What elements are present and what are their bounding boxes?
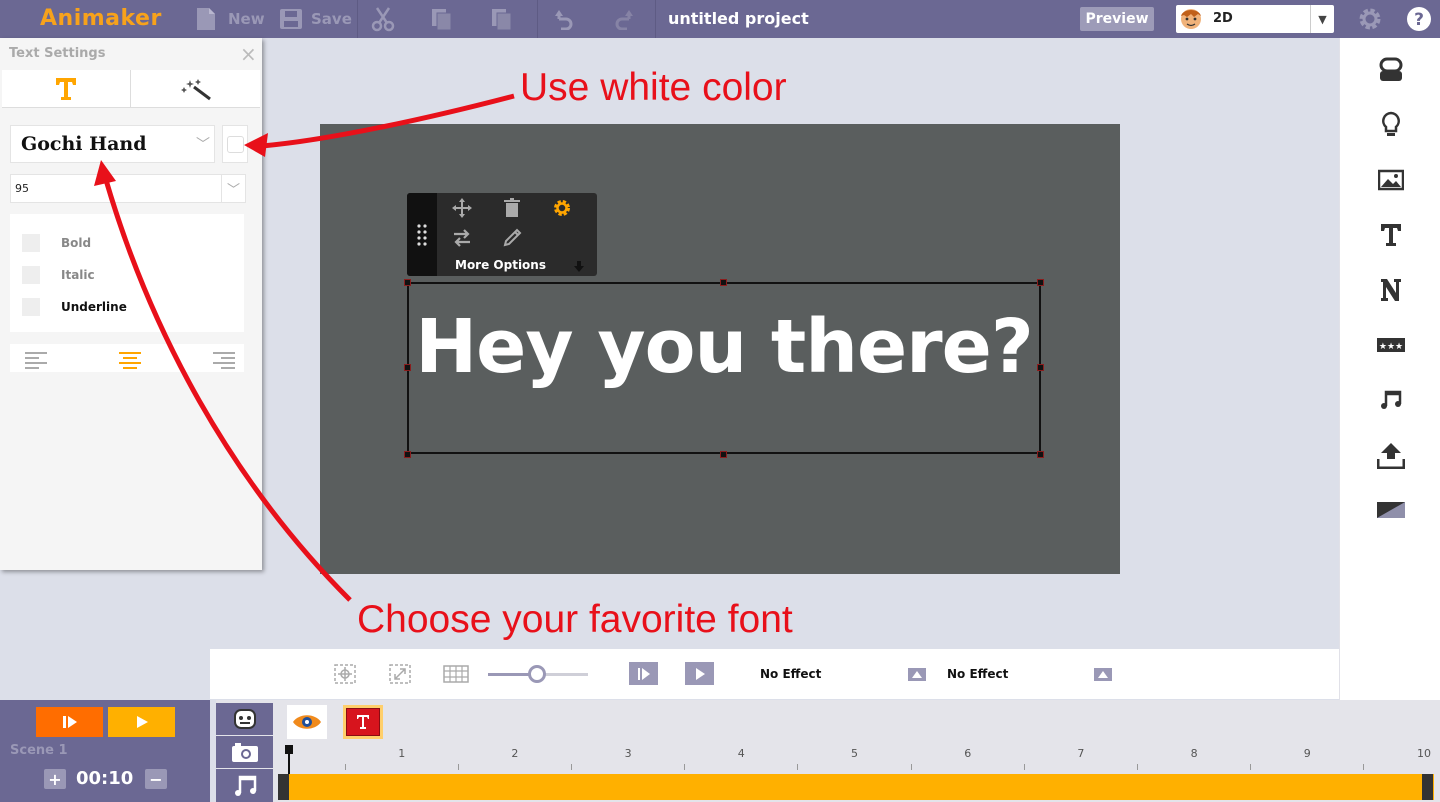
timeline-ruler[interactable]: 1 2 3 4 5 6 7 8 9 10 bbox=[273, 739, 1440, 773]
timeline-music-row[interactable] bbox=[216, 769, 273, 802]
exit-effect-value[interactable]: No Effect bbox=[947, 667, 1008, 681]
timeline-camera-row[interactable] bbox=[216, 736, 273, 768]
timeline-controls: Scene 1 + 00:10 − bbox=[0, 700, 210, 802]
ruler-tick bbox=[910, 764, 912, 770]
caret-up-icon bbox=[912, 671, 922, 678]
zoom-slider-knob[interactable] bbox=[528, 665, 546, 683]
play-icon bbox=[695, 667, 705, 680]
play-from-start-icon bbox=[62, 716, 77, 728]
ruler-tick-label: 6 bbox=[964, 747, 972, 760]
text-t-icon bbox=[357, 715, 369, 729]
ruler-tick bbox=[797, 764, 799, 770]
ruler-tick bbox=[684, 764, 686, 770]
fullscreen-icon[interactable] bbox=[387, 663, 413, 685]
text-item-thumbnail bbox=[346, 708, 380, 736]
play-from-start-button[interactable] bbox=[36, 707, 103, 737]
ruler-tick bbox=[344, 764, 346, 770]
ruler-tick bbox=[1363, 764, 1365, 770]
play-button[interactable] bbox=[108, 707, 175, 737]
ruler-tick-label: 1 bbox=[398, 747, 406, 760]
character-icon bbox=[233, 709, 256, 729]
scene-duration: 00:10 bbox=[76, 768, 134, 789]
ruler-tick bbox=[571, 764, 572, 770]
ruler-tick-label: 4 bbox=[737, 747, 745, 760]
ruler-tick-label: 10 bbox=[1417, 747, 1431, 760]
music-note-icon bbox=[234, 775, 256, 796]
timeline-characters-row[interactable] bbox=[216, 703, 273, 735]
ruler-tick-label: 8 bbox=[1190, 747, 1198, 760]
ruler-tick-label: 9 bbox=[1303, 747, 1311, 760]
caret-up-icon bbox=[1098, 671, 1108, 678]
decrease-duration-button[interactable]: − bbox=[145, 769, 167, 789]
ruler-tick-label: 2 bbox=[511, 747, 519, 760]
track-start-handle[interactable] bbox=[278, 774, 289, 800]
ruler-tick bbox=[457, 764, 459, 770]
grid-icon[interactable] bbox=[443, 663, 469, 685]
scene-control-bar: No Effect No Effect bbox=[210, 649, 1339, 699]
ruler-tick bbox=[1137, 764, 1138, 770]
camera-icon bbox=[231, 743, 258, 762]
timeline-visibility-toggle[interactable] bbox=[287, 705, 327, 739]
ruler-tick-label: 7 bbox=[1077, 747, 1085, 760]
zoom-slider-fill bbox=[488, 673, 533, 676]
exit-effect-play-button[interactable] bbox=[685, 662, 714, 685]
play-icon bbox=[637, 667, 650, 680]
exit-effect-dropdown[interactable] bbox=[1094, 668, 1112, 681]
text-element-track[interactable] bbox=[278, 774, 1434, 800]
enter-effect-value[interactable]: No Effect bbox=[760, 667, 821, 681]
crosshair-icon[interactable] bbox=[332, 663, 358, 685]
enter-effect-dropdown[interactable] bbox=[908, 668, 926, 681]
scene-label: Scene 1 bbox=[10, 743, 68, 758]
playhead-marker[interactable] bbox=[285, 745, 293, 774]
increase-duration-button[interactable]: + bbox=[44, 769, 66, 789]
ruler-tick-label: 5 bbox=[851, 747, 858, 760]
timeline-text-item[interactable] bbox=[343, 705, 383, 739]
enter-effect-play-button[interactable] bbox=[629, 662, 658, 685]
ruler-tick bbox=[1250, 764, 1252, 770]
eye-icon bbox=[293, 715, 321, 729]
ruler-tick bbox=[1023, 764, 1025, 770]
track-end-handle[interactable] bbox=[1422, 774, 1433, 800]
play-icon bbox=[136, 716, 148, 728]
ruler-tick-label: 3 bbox=[624, 747, 632, 760]
